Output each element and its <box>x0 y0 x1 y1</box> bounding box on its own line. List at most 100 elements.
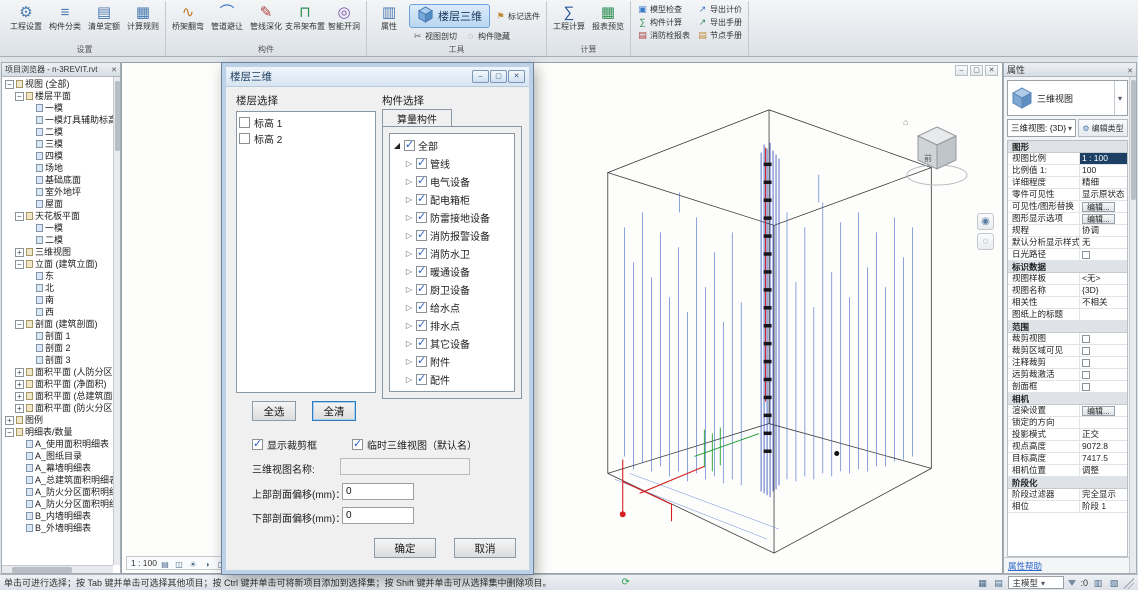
top-offset-input[interactable] <box>342 483 414 500</box>
ribbon-button-bill-quota[interactable]: ▤清单定额 <box>85 1 123 33</box>
component-item[interactable]: 暖通设备 <box>393 262 514 280</box>
tree-item[interactable]: 北 <box>2 282 120 294</box>
chevron-down-icon[interactable] <box>1114 81 1125 115</box>
expander-icon[interactable] <box>405 285 413 294</box>
ribbon-button-hanger-layout[interactable]: ⊓支吊架布置 <box>286 1 324 33</box>
properties-header[interactable]: 属性 <box>1004 63 1136 77</box>
tree-item[interactable]: 南 <box>2 294 120 306</box>
expander-icon[interactable] <box>15 368 24 377</box>
expander-icon[interactable] <box>405 357 413 366</box>
checkbox[interactable] <box>416 212 427 223</box>
checkbox[interactable] <box>404 140 415 151</box>
component-item[interactable]: 管线 <box>393 154 514 172</box>
expander-icon[interactable] <box>405 177 413 186</box>
tree-item[interactable]: B_外墙明细表 <box>2 522 120 534</box>
checkbox[interactable] <box>416 158 427 169</box>
clear-all-button[interactable]: 全清 <box>312 401 356 421</box>
expander-icon[interactable] <box>15 248 24 257</box>
ribbon-button-view-section[interactable]: ✂视图剖切 <box>409 30 460 43</box>
worksets-icon[interactable] <box>976 577 988 589</box>
checkbox[interactable] <box>416 302 427 313</box>
expander-icon[interactable] <box>5 416 14 425</box>
snap-toggle-icon[interactable] <box>1108 577 1120 589</box>
checkbox[interactable] <box>416 356 427 367</box>
ok-button[interactable]: 确定 <box>374 538 436 558</box>
tree-item[interactable]: 屋面 <box>2 198 120 210</box>
checkbox[interactable] <box>416 230 427 241</box>
tree-item[interactable]: A_图纸目录 <box>2 450 120 462</box>
property-value[interactable] <box>1080 417 1127 428</box>
tree-item[interactable]: 二模 <box>2 234 120 246</box>
property-section-header[interactable]: 阶段化 <box>1008 477 1127 489</box>
restore-icon[interactable] <box>970 65 983 76</box>
ribbon-button-calc-rules[interactable]: ▦计算规则 <box>124 1 162 33</box>
component-item[interactable]: 给水点 <box>393 298 514 316</box>
filter-icon[interactable] <box>1068 580 1076 586</box>
checkbox[interactable] <box>416 338 427 349</box>
property-value[interactable] <box>1080 357 1127 368</box>
expander-icon[interactable] <box>405 213 413 222</box>
ribbon-button-export-pricing[interactable]: ↗导出计价 <box>694 3 745 16</box>
property-value[interactable]: 1 : 100 <box>1080 153 1127 164</box>
checkbox[interactable] <box>239 117 250 128</box>
minimize-button[interactable] <box>472 70 489 83</box>
scrollbar-thumb[interactable] <box>115 81 120 151</box>
expander-icon[interactable] <box>393 141 401 150</box>
checkbox[interactable] <box>1082 347 1090 355</box>
property-value[interactable]: 编辑... <box>1080 213 1127 224</box>
instance-selector[interactable]: 三维视图: {3D} <box>1007 119 1076 137</box>
tree-item[interactable]: 西 <box>2 306 120 318</box>
scrollbar-thumb[interactable] <box>12 567 72 573</box>
tree-item[interactable]: A_总建筑面积明细表 <box>2 474 120 486</box>
checkbox[interactable] <box>239 133 250 144</box>
property-value[interactable]: 精细 <box>1080 177 1127 188</box>
tree-item[interactable]: 面积平面 (总建筑面积) <box>2 390 120 402</box>
ribbon-button-component-calc[interactable]: ∑构件计算 <box>634 16 693 29</box>
tab-quantity-components[interactable]: 算量构件 <box>382 109 452 127</box>
component-item[interactable]: 附件 <box>393 352 514 370</box>
component-root[interactable]: 全部 <box>393 136 514 154</box>
component-item[interactable]: 消防报警设备 <box>393 226 514 244</box>
property-section-header[interactable]: 范围 <box>1008 321 1127 333</box>
tree-item[interactable]: 一模 <box>2 222 120 234</box>
property-value[interactable]: 完全显示 <box>1080 489 1127 500</box>
expander-icon[interactable] <box>405 321 413 330</box>
checkbox[interactable] <box>416 266 427 277</box>
edit-button[interactable]: 编辑... <box>1082 214 1115 224</box>
checkbox[interactable] <box>1082 359 1090 367</box>
ribbon-button-pipe-avoidance[interactable]: ⌒管道避让 <box>208 1 246 33</box>
properties-help-link[interactable]: 属性帮助 <box>1008 560 1042 572</box>
property-value[interactable] <box>1080 333 1127 344</box>
maximize-button[interactable] <box>490 70 507 83</box>
tree-item[interactable]: 二模 <box>2 126 120 138</box>
expander-icon[interactable] <box>15 212 24 221</box>
tree-item[interactable]: A_防火分区面积明细表 <box>2 486 120 498</box>
property-section-header[interactable]: 图形 <box>1008 141 1127 153</box>
edit-button[interactable]: 编辑... <box>1082 202 1115 212</box>
property-value[interactable]: 协调 <box>1080 225 1127 236</box>
property-value[interactable]: 无 <box>1080 237 1127 248</box>
tree-item[interactable]: 东 <box>2 270 120 282</box>
tree-item[interactable]: 剖面 2 <box>2 342 120 354</box>
ribbon-button-report-preview[interactable]: ▦报表预览 <box>589 1 627 33</box>
checkbox[interactable] <box>416 284 427 295</box>
sync-icon[interactable] <box>622 577 630 588</box>
floor-item[interactable]: 标高 1 <box>239 114 373 130</box>
checkbox[interactable] <box>1082 371 1090 379</box>
expander-icon[interactable] <box>405 249 413 258</box>
expander-icon[interactable] <box>405 303 413 312</box>
property-value[interactable] <box>1080 345 1127 356</box>
ribbon-button-export-manual[interactable]: ↗导出手册 <box>694 16 745 29</box>
tree-item[interactable]: B_内墙明细表 <box>2 510 120 522</box>
tree-item[interactable]: 一模灯具辅助标高 <box>2 114 120 126</box>
tree-item[interactable]: 三维视图 <box>2 246 120 258</box>
view-name-input[interactable] <box>340 458 470 475</box>
property-value[interactable]: 阶段 1 <box>1080 501 1127 512</box>
tree-item[interactable]: 剖面 3 <box>2 354 120 366</box>
dialog-titlebar[interactable]: 楼层三维 <box>226 67 529 87</box>
ribbon-button-hydrant-report[interactable]: ▤消防栓报表 <box>634 29 693 42</box>
tree-item[interactable]: 面积平面 (防火分区面积) <box>2 402 120 414</box>
checkbox[interactable] <box>352 439 363 450</box>
tree-item[interactable]: A_使用面积明细表 <box>2 438 120 450</box>
expander-icon[interactable] <box>5 80 14 89</box>
